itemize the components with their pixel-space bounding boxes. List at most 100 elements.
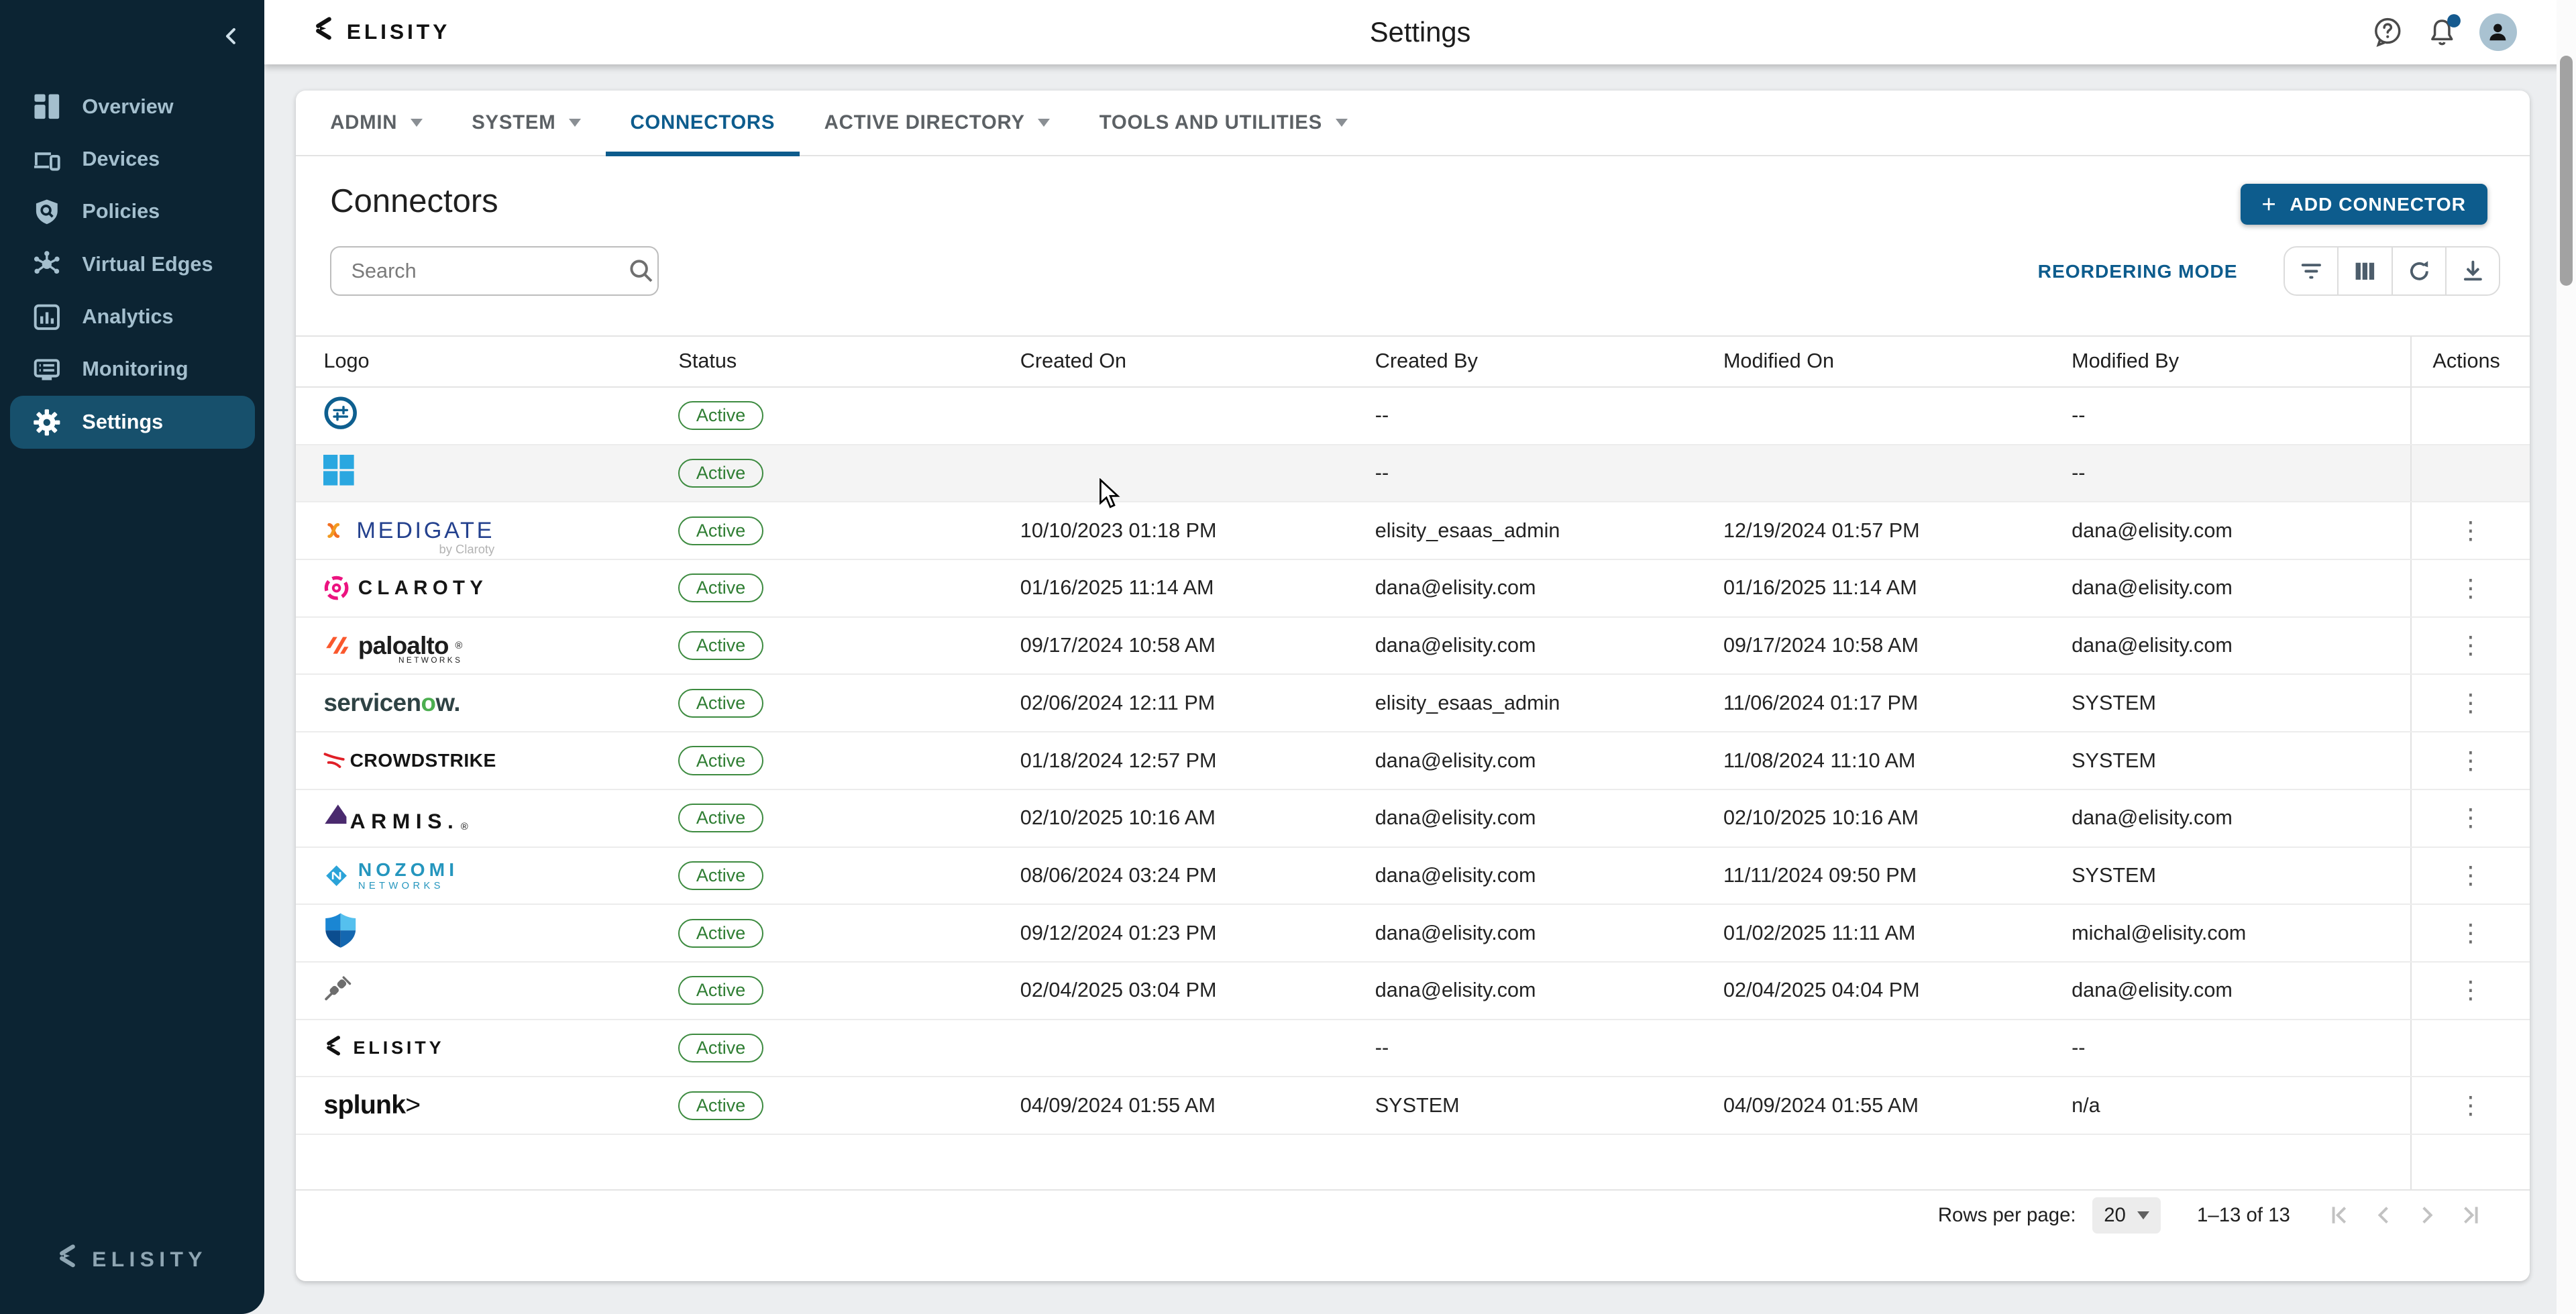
sidebar-item-overview[interactable]: Overview xyxy=(10,80,255,133)
status-badge: Active xyxy=(678,1091,763,1120)
table-toolbar xyxy=(2284,246,2500,295)
table-row[interactable]: Active -- -- xyxy=(296,445,2530,503)
download-icon[interactable] xyxy=(2445,248,2499,294)
status-badge: Active xyxy=(678,459,763,488)
table-row[interactable]: Active 02/04/2025 03:04 PM dana@elisity.… xyxy=(296,963,2530,1020)
row-actions-menu-icon[interactable]: ⋮ xyxy=(2449,918,2493,949)
sidebar-collapse-icon[interactable] xyxy=(215,19,248,52)
tab-active-directory[interactable]: ACTIVE DIRECTORY xyxy=(800,91,1075,155)
created-on-cell: 02/06/2024 12:11 PM xyxy=(1020,692,1375,715)
tab-label: SYSTEM xyxy=(472,111,555,134)
registered-mark: ® xyxy=(461,822,468,832)
created-on-cell: 04/09/2024 01:55 AM xyxy=(1020,1094,1375,1117)
first-page-icon[interactable] xyxy=(2320,1194,2363,1237)
modified-on-cell: 04/09/2024 01:55 AM xyxy=(1723,1094,2072,1117)
modified-on-cell: 09/17/2024 10:58 AM xyxy=(1723,634,2072,657)
tab-connectors[interactable]: CONNECTORS xyxy=(606,91,800,155)
servicenow-text: w. xyxy=(436,689,460,716)
table-row[interactable]: ARMIS. ® Active 02/10/2025 10:16 AM dana… xyxy=(296,790,2530,848)
sidebar-item-label: Overview xyxy=(82,95,173,119)
crowdstrike-text: CROWDSTRIKE xyxy=(350,750,496,771)
page-header-title: Settings xyxy=(1370,0,1470,64)
rows-per-page-select[interactable]: 20 xyxy=(2092,1197,2161,1234)
sidebar: Overview Devices Policies Virtual Edges xyxy=(0,0,264,1314)
row-actions-menu-icon[interactable]: ⋮ xyxy=(2449,975,2493,1007)
user-avatar[interactable] xyxy=(2479,13,2517,51)
table-row[interactable]: CLAROTY Active 01/16/2025 11:14 AM dana@… xyxy=(296,560,2530,618)
dashboard-icon xyxy=(33,93,61,121)
tab-tools-and-utilities[interactable]: TOOLS AND UTILITIES xyxy=(1075,91,1372,155)
sidebar-item-settings[interactable]: Settings xyxy=(10,396,255,448)
search-icon xyxy=(628,258,654,284)
table-row[interactable]: splunk> Active 04/09/2024 01:55 AM SYSTE… xyxy=(296,1077,2530,1135)
elisity-glyph-icon xyxy=(312,16,337,48)
row-actions-menu-icon[interactable]: ⋮ xyxy=(2449,745,2493,777)
claroty-text: CLAROTY xyxy=(358,577,488,600)
elisity-glyph-icon xyxy=(56,1244,80,1275)
columns-icon[interactable] xyxy=(2337,248,2391,294)
next-page-icon[interactable] xyxy=(2405,1194,2448,1237)
paloalto-logo: paloalto® NETWORKS xyxy=(323,632,462,660)
tab-admin[interactable]: ADMIN xyxy=(306,91,447,155)
microsoft-defender-logo xyxy=(323,912,358,954)
status-badge: Active xyxy=(678,401,763,430)
row-actions-menu-icon[interactable]: ⋮ xyxy=(2449,630,2493,661)
status-badge: Active xyxy=(678,631,763,660)
shield-policy-icon xyxy=(33,198,61,226)
connectors-table: Logo Status Created On Created By Modifi… xyxy=(296,335,2530,1240)
tune-connector-logo xyxy=(323,396,358,435)
app-window: Overview Devices Policies Virtual Edges xyxy=(0,0,2576,1314)
tab-system[interactable]: SYSTEM xyxy=(447,91,606,155)
chevron-down-icon xyxy=(569,119,581,127)
servicenow-green-o: o xyxy=(421,689,436,716)
table-row[interactable]: CROWDSTRIKE Active 01/18/2024 12:57 PM d… xyxy=(296,732,2530,790)
row-actions-menu-icon[interactable]: ⋮ xyxy=(2449,515,2493,547)
servicenow-text: servicen xyxy=(323,689,421,716)
filter-icon[interactable] xyxy=(2285,248,2337,294)
status-badge: Active xyxy=(678,804,763,832)
sidebar-item-label: Policies xyxy=(82,200,160,223)
created-on-cell: 10/10/2023 01:18 PM xyxy=(1020,519,1375,543)
microsoft-logo xyxy=(323,455,355,492)
row-actions-menu-icon[interactable]: ⋮ xyxy=(2449,573,2493,604)
sidebar-item-devices[interactable]: Devices xyxy=(10,133,255,185)
table-row[interactable]: Active 09/12/2024 01:23 PM dana@elisity.… xyxy=(296,905,2530,963)
help-icon[interactable] xyxy=(2372,16,2404,48)
armis-text: ARMIS. xyxy=(350,809,460,834)
notifications-bell-icon[interactable] xyxy=(2426,16,2458,48)
row-actions-menu-icon[interactable]: ⋮ xyxy=(2449,688,2493,719)
created-on-cell: 09/12/2024 01:23 PM xyxy=(1020,922,1375,945)
sidebar-item-monitoring[interactable]: Monitoring xyxy=(10,343,255,396)
modified-by-cell: dana@elisity.com xyxy=(2072,806,2410,830)
splunk-text: splunk xyxy=(323,1091,405,1119)
scrollbar-thumb[interactable] xyxy=(2560,56,2573,286)
modified-on-cell: 02/04/2025 04:04 PM xyxy=(1723,979,2072,1002)
reordering-mode-button[interactable]: REORDERING MODE xyxy=(2038,261,2238,282)
modified-by-cell: -- xyxy=(2072,1036,2410,1060)
medigate-text: MEDIGATE xyxy=(356,518,494,544)
row-actions-menu-icon[interactable]: ⋮ xyxy=(2449,860,2493,891)
previous-page-icon[interactable] xyxy=(2363,1194,2406,1237)
sidebar-item-policies[interactable]: Policies xyxy=(10,186,255,238)
add-connector-button[interactable]: + ADD CONNECTOR xyxy=(2241,184,2487,225)
table-row[interactable]: MEDIGATE by Claroty Active 10/10/2023 01… xyxy=(296,502,2530,560)
row-actions-menu-icon[interactable]: ⋮ xyxy=(2449,802,2493,834)
sidebar-item-analytics[interactable]: Analytics xyxy=(10,290,255,343)
table-row[interactable]: ELISITY Active -- -- xyxy=(296,1020,2530,1078)
table-row[interactable]: NOZOMI NETWORKS Active 08/06/2024 03:24 … xyxy=(296,848,2530,906)
last-page-icon[interactable] xyxy=(2448,1194,2491,1237)
nozomi-logo: NOZOMI NETWORKS xyxy=(323,860,458,891)
tab-label: ADMIN xyxy=(330,111,397,134)
page-scrollbar[interactable] xyxy=(2557,0,2576,1314)
sidebar-item-virtual-edges[interactable]: Virtual Edges xyxy=(10,238,255,290)
table-row[interactable]: paloalto® NETWORKS Active 09/17/2024 10:… xyxy=(296,618,2530,675)
paloalto-text: paloalto xyxy=(358,632,449,660)
modified-by-cell: dana@elisity.com xyxy=(2072,634,2410,657)
refresh-icon[interactable] xyxy=(2392,248,2445,294)
table-row[interactable]: Active -- -- xyxy=(296,388,2530,445)
table-row[interactable]: servicenow. Active 02/06/2024 12:11 PM e… xyxy=(296,675,2530,732)
created-on-cell: 09/17/2024 10:58 AM xyxy=(1020,634,1375,657)
row-actions-menu-icon[interactable]: ⋮ xyxy=(2449,1090,2493,1121)
chevron-down-icon xyxy=(2137,1211,2149,1219)
search-input[interactable] xyxy=(331,260,628,283)
